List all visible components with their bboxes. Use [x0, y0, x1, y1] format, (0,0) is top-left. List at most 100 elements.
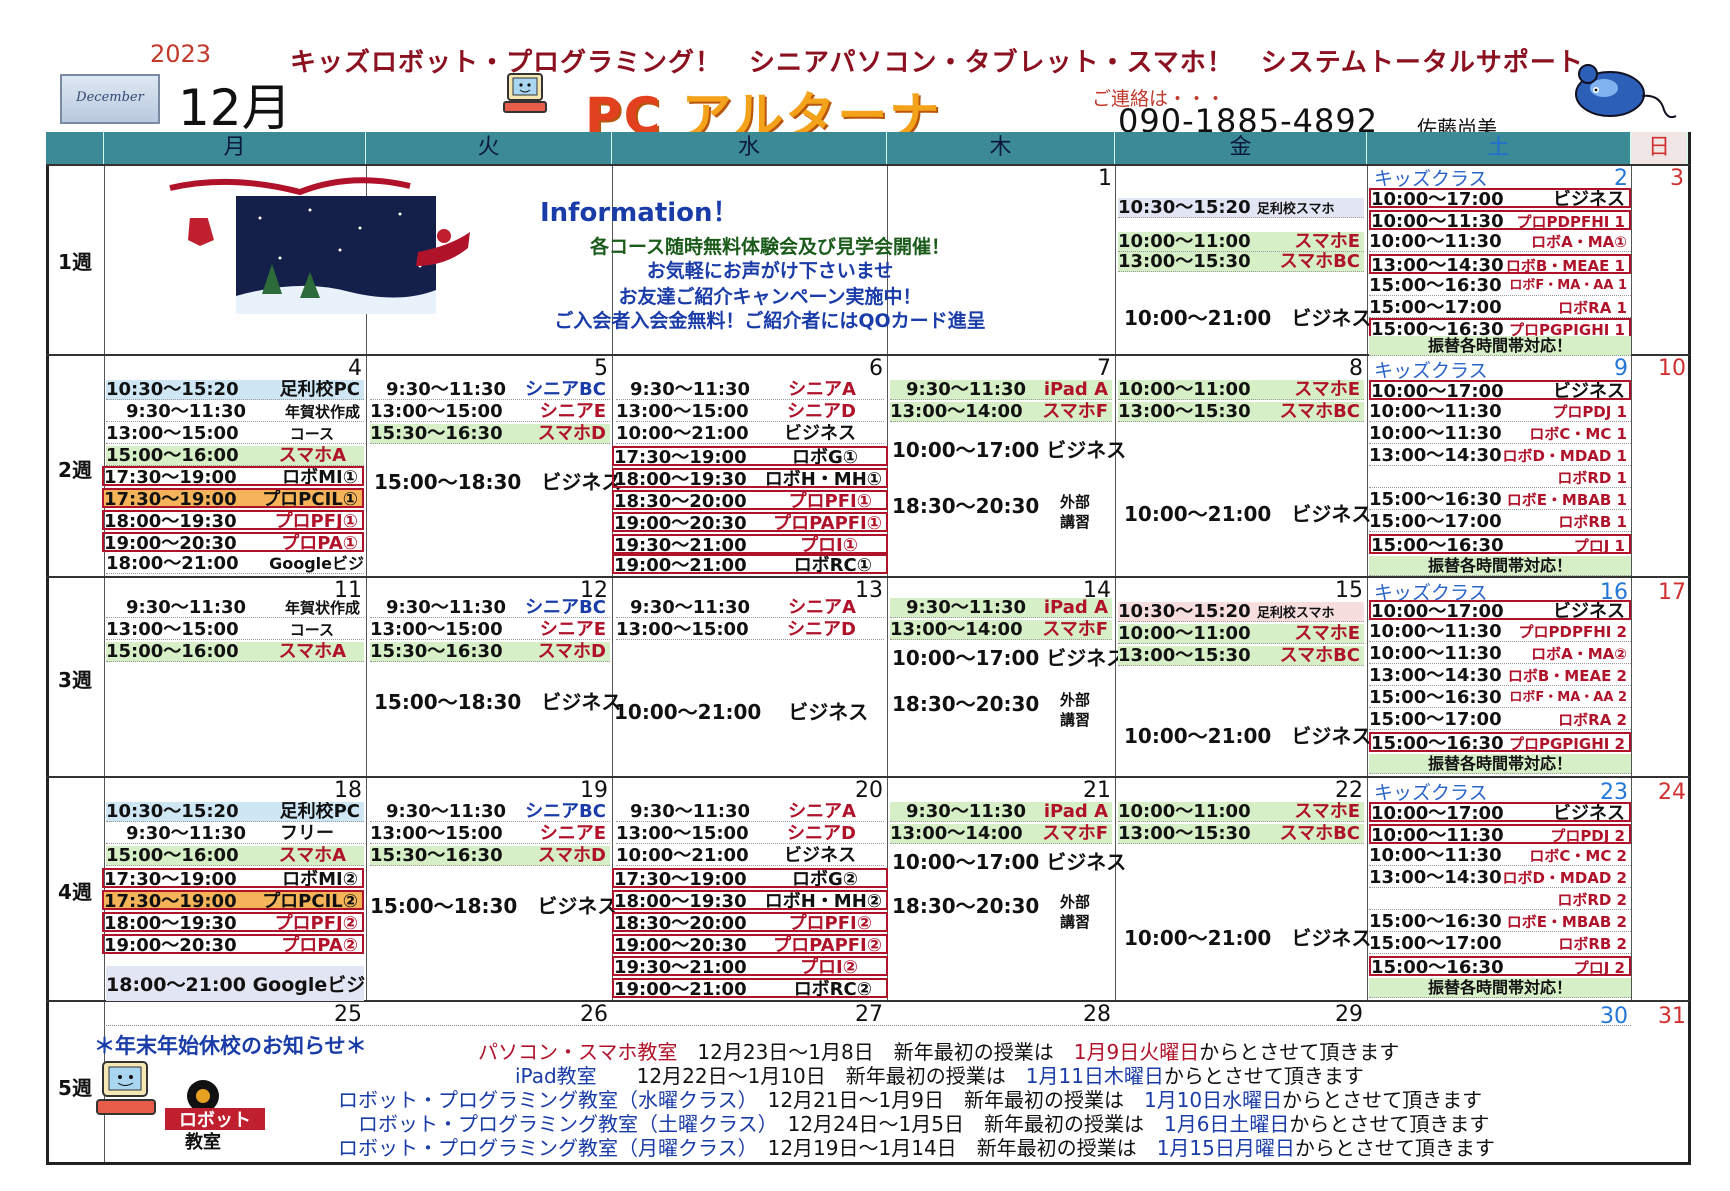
event-slot[interactable]: 9:30～11:30 年賀状作成	[106, 598, 364, 618]
event-slot[interactable]: 15:00～16:30 ロボE・MBAB 1	[1369, 490, 1631, 510]
business-slot[interactable]: 10:00～17:00 ビジネス	[892, 642, 1126, 671]
business-slot[interactable]: 10:00～17:00 ビジネス	[892, 846, 1126, 875]
event-slot[interactable]: 15:00～16:00 スマホA	[106, 446, 364, 466]
event-slot[interactable]: 15:00～16:30 ロボF・MA・AA 2	[1369, 688, 1631, 708]
event-slot[interactable]: 9:30～11:30 シニアA	[616, 380, 884, 400]
event-slot[interactable]: 19:00～21:00 ロボRC①	[612, 554, 888, 574]
event-slot[interactable]: 10:00～11:30 ロボC・MC 1	[1369, 424, 1631, 444]
google-business-slot[interactable]: 18:00～21:00 Googleビジ	[106, 966, 365, 1001]
event-slot[interactable]: 10:00～11:00 スマホE	[1118, 380, 1364, 400]
business-slot[interactable]: 10:00～21:00 ビジネス	[1124, 720, 1371, 749]
event-slot[interactable]: 9:30～11:30 シニアBC	[370, 598, 610, 618]
event-slot[interactable]: 17:30～19:00 プロPCIL②	[102, 890, 364, 910]
business-slot[interactable]: 15:00～18:30 ビジネス	[374, 686, 621, 715]
event-slot[interactable]: 13:00～15:30 スマホBC	[1118, 252, 1364, 272]
external-course-time[interactable]: 18:30～20:30	[892, 890, 1039, 919]
event-slot[interactable]: 19:30～21:00 プロI①	[612, 534, 888, 554]
event-slot[interactable]: 10:00～11:00 スマホE	[1118, 624, 1364, 644]
event-slot[interactable]: 18:00～19:30 プロPFJ②	[102, 912, 364, 932]
event-slot[interactable]: 15:00～16:30 プロPGPIGHI 2	[1369, 732, 1631, 752]
event-slot[interactable]: 13:00～14:00 スマホF	[890, 402, 1112, 422]
event-slot[interactable]: 10:00～21:00 ビジネス	[616, 424, 884, 444]
event-slot[interactable]: 9:30～11:30 シニアBC	[370, 380, 610, 400]
business-slot[interactable]: 10:00～21:00 ビジネス	[614, 696, 868, 725]
event-slot[interactable]: 13:00～15:00 シニアD	[616, 402, 884, 422]
event-slot[interactable]: 10:00～21:00 ビジネス	[616, 846, 884, 866]
event-slot[interactable]: 17:30～19:00 ロボG②	[612, 868, 888, 888]
event-slot[interactable]: 13:00～14:30 ロボD・MDAD 1	[1369, 446, 1631, 466]
event-slot[interactable]: 19:00～20:30 プロPAPFI②	[612, 934, 888, 954]
event-slot[interactable]: 15:30～16:30 スマホD	[370, 642, 610, 662]
event-slot[interactable]: 17:30～19:00 ロボG①	[612, 446, 888, 466]
external-course-time[interactable]: 18:30～20:30	[892, 490, 1039, 519]
event-slot[interactable]: 19:00～20:30 プロPAPFI①	[612, 512, 888, 532]
business-slot[interactable]: 10:00～21:00 ビジネス	[1124, 498, 1371, 527]
event-slot[interactable]: 17:30～19:00 ロボMI①	[102, 466, 364, 486]
event-slot[interactable]: 19:30～21:00 プロI②	[612, 956, 888, 976]
event-slot[interactable]: ロボRD 2	[1369, 890, 1631, 910]
event-slot[interactable]: 19:00～20:30 プロPA②	[102, 934, 364, 954]
event-slot[interactable]: 10:00～17:00 ビジネス	[1369, 600, 1631, 620]
event-slot[interactable]: 18:00～19:30 ロボH・MH①	[612, 468, 888, 488]
event-slot[interactable]: 10:00～11:30 プロPDJ 1	[1369, 402, 1631, 422]
business-slot[interactable]: 15:00～18:30 ビジネス	[374, 466, 621, 495]
event-slot[interactable]: 15:00～16:30 プロJ 1	[1369, 534, 1631, 554]
event-slot[interactable]: 18:30～20:00 プロPFI②	[612, 912, 888, 932]
event-slot[interactable]: 10:00～17:00 ビジネス	[1369, 380, 1631, 400]
event-slot[interactable]: 9:30～11:30 年賀状作成	[106, 402, 364, 422]
event-slot[interactable]: 15:30～16:30 スマホD	[370, 846, 610, 866]
event-slot[interactable]: 13:00～14:00 スマホF	[890, 824, 1112, 844]
event-slot[interactable]: 18:00～19:30 プロPFJ①	[102, 510, 364, 530]
event-slot[interactable]: 9:30～11:30 フリー	[106, 824, 364, 844]
event-slot[interactable]: 9:30～11:30 シニアA	[616, 802, 884, 822]
event-slot[interactable]: 13:00～15:00 シニアE	[370, 620, 610, 640]
event-slot[interactable]: 13:00～15:00 シニアE	[370, 824, 610, 844]
event-slot[interactable]: 10:00～11:00 スマホE	[1118, 232, 1364, 252]
event-slot[interactable]: 9:30～11:30 iPad A	[890, 598, 1112, 618]
external-course-time[interactable]: 18:30～20:30	[892, 688, 1039, 717]
event-slot[interactable]: 13:00～15:00 シニアD	[616, 824, 884, 844]
event-slot[interactable]: 15:00～16:30 ロボF・MA・AA 1	[1369, 276, 1631, 296]
event-slot[interactable]: 13:00～15:00 コース	[106, 620, 364, 640]
event-slot[interactable]: 15:00～17:00 ロボRB 1	[1369, 512, 1631, 532]
event-slot[interactable]: 9:30～11:30 シニアBC	[370, 802, 610, 822]
event-slot[interactable]: 13:00～15:00 コース	[106, 424, 364, 444]
event-slot[interactable]: 19:00～21:00 ロボRC②	[612, 978, 888, 998]
event-slot[interactable]: 9:30～11:30 シニアA	[616, 598, 884, 618]
event-slot[interactable]: 18:00～21:00 Googleビジ	[106, 554, 364, 574]
event-slot[interactable]: 10:00～11:30 ロボA・MA②	[1369, 644, 1631, 664]
event-slot[interactable]: 10:00～11:00 スマホE	[1118, 802, 1364, 822]
event-slot[interactable]: 13:00～15:00 シニアE	[370, 402, 610, 422]
event-slot[interactable]: 15:00～16:00 スマホA	[106, 846, 364, 866]
event-slot[interactable]: 10:00～11:30 プロPDPFHI 2	[1369, 622, 1631, 642]
event-slot[interactable]: 13:00～15:30 スマホBC	[1118, 402, 1364, 422]
event-slot[interactable]: 17:30～19:00 プロPCIL①	[102, 488, 364, 508]
event-slot[interactable]: 19:00～20:30 プロPA①	[102, 532, 364, 552]
event-slot[interactable]: 15:00～17:00 ロボRA 2	[1369, 710, 1631, 730]
event-slot[interactable]: 15:00～16:30 プロJ 2	[1369, 956, 1631, 976]
event-slot[interactable]: 10:00～11:30 ロボC・MC 2	[1369, 846, 1631, 866]
event-slot[interactable]: 15:00～16:30 プロPGPIGHI 1	[1369, 318, 1631, 338]
event-slot[interactable]: 13:00～15:00 シニアD	[616, 620, 884, 640]
event-slot[interactable]: 9:30～11:30 iPad A	[890, 802, 1112, 822]
event-slot[interactable]: 18:30～20:00 プロPFI①	[612, 490, 888, 510]
business-slot[interactable]: 10:00～21:00 ビジネス	[1124, 922, 1371, 951]
event-slot[interactable]: 10:30～15:20 足利校スマホ	[1118, 602, 1364, 622]
event-slot[interactable]: 10:00～17:00 ビジネス	[1369, 802, 1631, 822]
business-slot[interactable]: 15:00～18:30 ビジネス	[370, 890, 617, 919]
event-slot[interactable]: 10:30～15:20 足利校PC	[106, 802, 364, 822]
event-slot[interactable]: 15:00～17:00 ロボRA 1	[1369, 298, 1631, 318]
event-slot[interactable]: 10:00～11:30 プロPDJ 2	[1369, 824, 1631, 844]
event-slot[interactable]: 15:30～16:30 スマホD	[370, 424, 610, 444]
event-slot[interactable]: 9:30～11:30 iPad A	[890, 380, 1112, 400]
event-slot[interactable]: 10:30～15:20 足利校スマホ	[1118, 198, 1364, 218]
event-slot[interactable]: 18:00～19:30 ロボH・MH②	[612, 890, 888, 910]
event-slot[interactable]: 13:00～14:00 スマホF	[890, 620, 1112, 640]
event-slot[interactable]: 17:30～19:00 ロボMI②	[102, 868, 364, 888]
event-slot[interactable]: 15:00～17:00 ロボRB 2	[1369, 934, 1631, 954]
event-slot[interactable]: 15:00～16:30 ロボE・MBAB 2	[1369, 912, 1631, 932]
event-slot[interactable]: 10:30～15:20 足利校PC	[106, 380, 364, 400]
event-slot[interactable]: 13:00～15:30 スマホBC	[1118, 824, 1364, 844]
business-slot[interactable]: 10:00～17:00 ビジネス	[892, 434, 1126, 463]
event-slot[interactable]: 15:00～16:00 スマホA	[106, 642, 364, 662]
